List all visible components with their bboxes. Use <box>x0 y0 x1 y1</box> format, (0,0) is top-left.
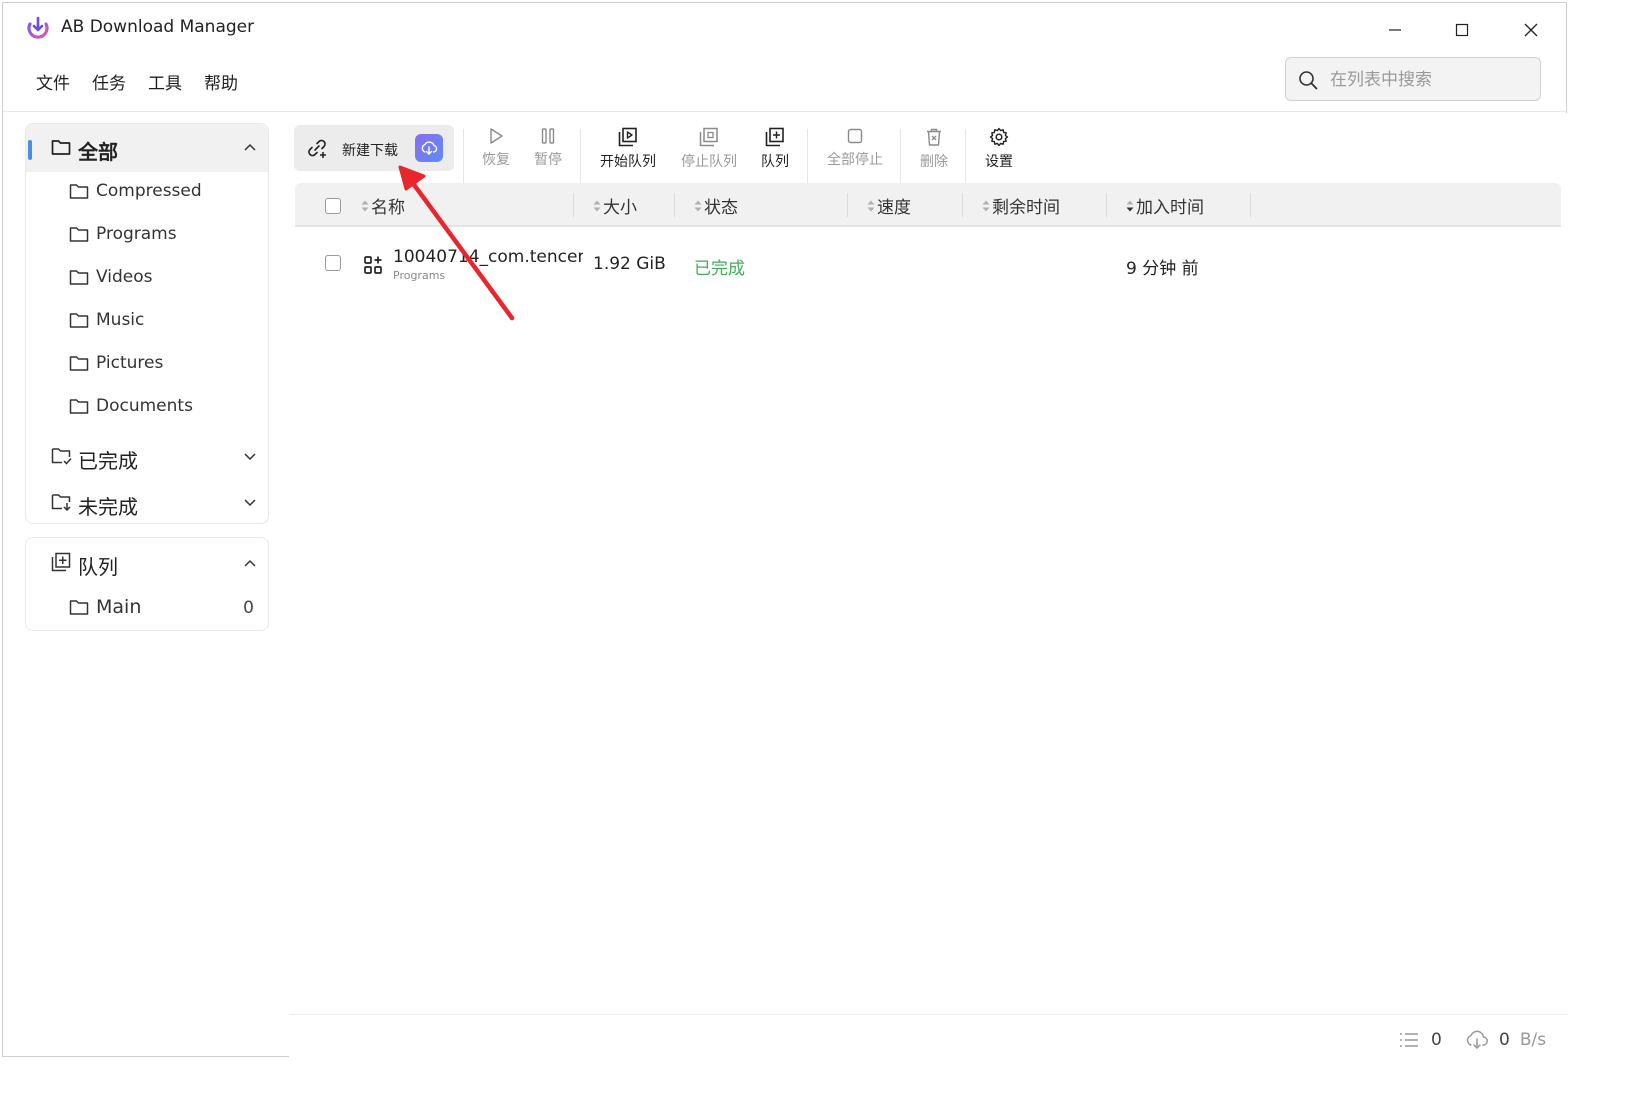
annotation-arrow-overlay <box>398 165 515 321</box>
annotation-arrow <box>398 165 515 321</box>
